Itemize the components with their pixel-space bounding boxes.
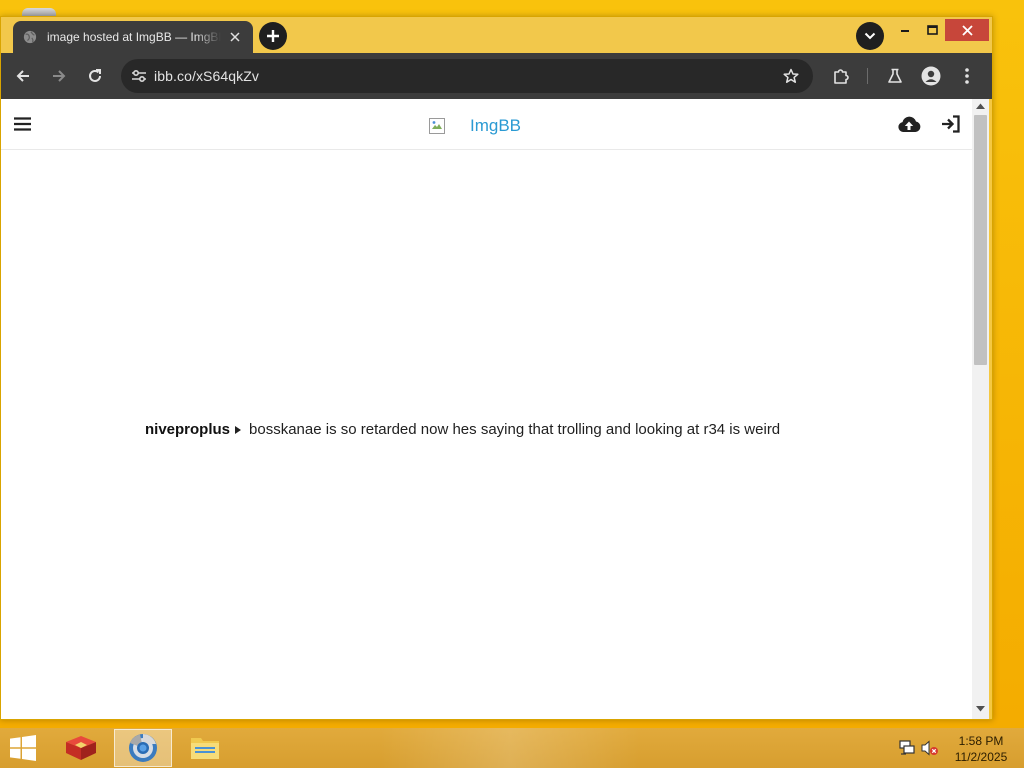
taskbar: 1:58 PM 11/2/2025	[0, 728, 1024, 768]
site-logo[interactable]: ImgBB	[429, 115, 521, 137]
maximize-icon	[926, 25, 938, 35]
arrow-left-icon	[16, 70, 29, 82]
new-tab-button[interactable]	[259, 22, 287, 50]
scroll-down-arrow-icon[interactable]	[976, 706, 985, 712]
forward-button[interactable]	[45, 62, 73, 90]
minimize-icon	[901, 30, 909, 32]
puzzle-icon	[834, 69, 849, 84]
site-header: ImgBB	[1, 99, 972, 150]
cloud-upload-icon	[898, 116, 921, 132]
globe-icon	[23, 30, 37, 44]
page-viewport: ImgBB niveproplus bosskanae is so retard…	[1, 99, 972, 719]
close-icon	[961, 24, 973, 36]
triangle-right-icon	[235, 425, 242, 434]
kebab-icon	[965, 68, 969, 84]
image-caption: niveproplus bosskanae is so retarded now…	[145, 421, 780, 438]
minimize-button[interactable]	[893, 19, 917, 41]
scroll-up-arrow-icon[interactable]	[976, 103, 985, 109]
system-clock[interactable]: 1:58 PM 11/2/2025	[944, 733, 1018, 765]
profile-button[interactable]	[917, 62, 945, 90]
folder-icon	[191, 738, 219, 759]
close-icon[interactable]	[227, 29, 243, 45]
maximize-button[interactable]	[920, 19, 944, 41]
browser-window: image hosted at ImgBB — ImgBB ibb.co/xS6…	[0, 16, 993, 720]
person-icon	[921, 66, 941, 86]
page-scrollbar[interactable]	[972, 99, 989, 719]
arrow-right-icon	[53, 70, 66, 82]
sign-in-button[interactable]	[939, 113, 963, 135]
volume-tray-icon[interactable]	[921, 740, 939, 756]
site-info-button[interactable]	[127, 64, 151, 88]
broken-image-icon	[429, 118, 445, 134]
bookmark-button[interactable]	[779, 64, 803, 88]
scroll-thumb[interactable]	[974, 115, 987, 365]
browser-menu-button[interactable]	[953, 62, 981, 90]
toolbar-separator	[867, 68, 868, 84]
browser-tab[interactable]: image hosted at ImgBB — ImgBB	[13, 21, 253, 53]
extensions-button[interactable]	[827, 62, 855, 90]
taskbar-app-game[interactable]	[52, 729, 110, 767]
tune-icon	[132, 69, 146, 83]
close-window-button[interactable]	[945, 19, 989, 41]
taskbar-app-explorer[interactable]	[176, 729, 234, 767]
sign-in-icon	[942, 115, 960, 133]
message-author[interactable]: niveproplus	[145, 421, 230, 438]
windows-logo-icon	[10, 735, 36, 761]
tab-title: image hosted at ImgBB — ImgBB	[47, 30, 221, 44]
tab-search-button[interactable]	[856, 22, 884, 50]
start-button[interactable]	[6, 734, 40, 762]
network-icon	[899, 740, 915, 755]
taskbar-app-browser[interactable]	[114, 729, 172, 767]
hamburger-icon	[13, 117, 31, 131]
logo-alt-text: ImgBB	[470, 116, 522, 135]
network-tray-icon[interactable]	[898, 740, 916, 756]
message-text: bosskanae is so retarded now hes saying …	[249, 421, 781, 438]
clock-date: 11/2/2025	[954, 750, 1008, 764]
back-button[interactable]	[9, 62, 37, 90]
volume-muted-icon	[921, 740, 938, 756]
game-app-icon	[66, 736, 96, 760]
browser-app-icon	[129, 734, 157, 762]
reload-button[interactable]	[81, 62, 109, 90]
plus-icon	[267, 30, 279, 42]
star-icon	[783, 68, 799, 83]
reload-icon	[89, 69, 101, 82]
title-bar: image hosted at ImgBB — ImgBB	[1, 17, 992, 53]
upload-button[interactable]	[896, 113, 922, 135]
address-bar[interactable]: ibb.co/xS64qkZv	[121, 59, 813, 93]
site-menu-button[interactable]	[12, 114, 32, 134]
chevron-down-icon	[864, 32, 876, 40]
browser-toolbar: ibb.co/xS64qkZv	[1, 53, 992, 99]
url-text: ibb.co/xS64qkZv	[154, 68, 259, 84]
flask-icon	[888, 68, 902, 83]
labs-button[interactable]	[881, 62, 909, 90]
clock-time: 1:58 PM	[958, 734, 1004, 748]
